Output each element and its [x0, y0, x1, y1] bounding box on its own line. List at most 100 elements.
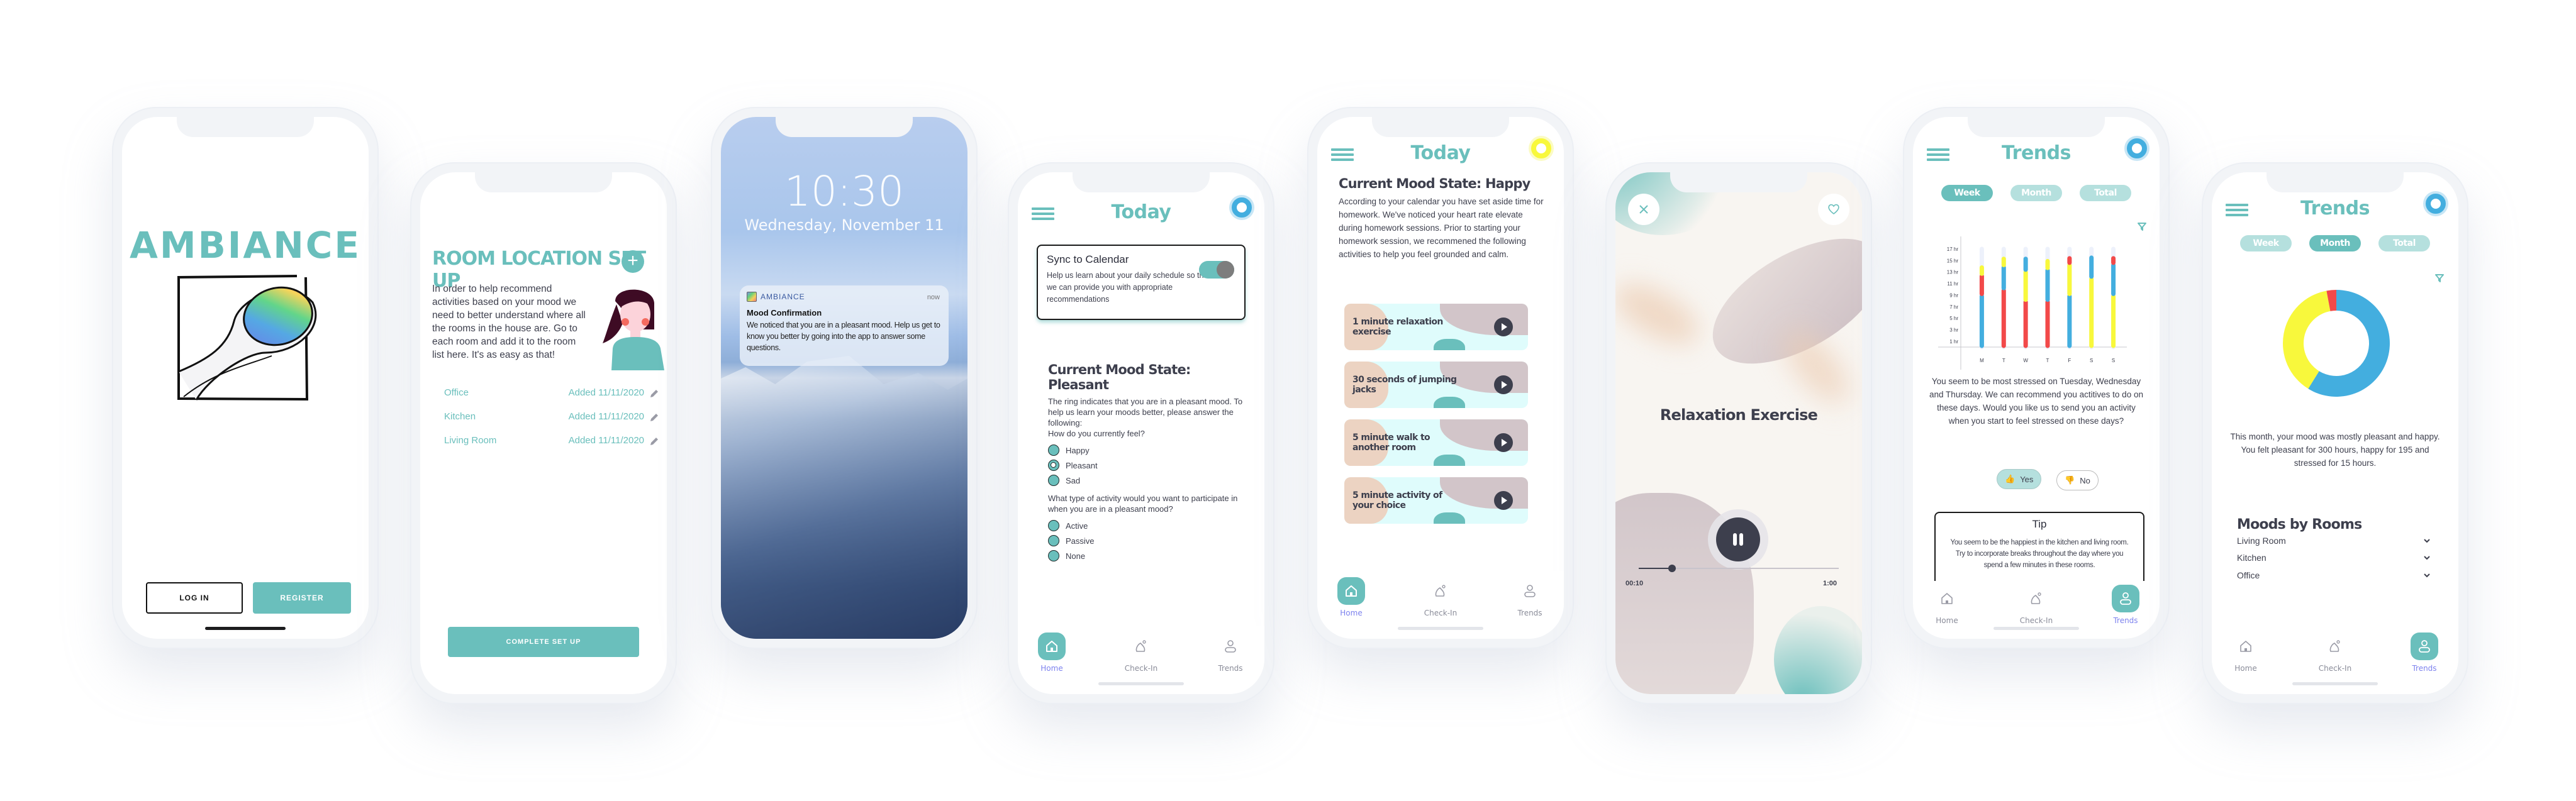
radio-happy[interactable]: Happy	[1048, 443, 1246, 458]
tab-month[interactable]: Month	[2010, 185, 2062, 201]
pencil-icon[interactable]	[649, 389, 659, 399]
question-activity: What type of activity would you want to …	[1048, 494, 1238, 514]
tab-total[interactable]: Total	[2378, 235, 2430, 251]
nav-check-in[interactable]: Check-In	[1116, 633, 1166, 673]
app-logo-text: AMBIANCE	[129, 224, 361, 267]
room-name: Kitchen	[444, 411, 476, 422]
radio-passive[interactable]: Passive	[1048, 533, 1246, 548]
tab-week[interactable]: Week	[1941, 185, 1993, 201]
activity-card[interactable]: 30 seconds of jumping jacks	[1344, 362, 1528, 408]
home-indicator	[1398, 627, 1483, 630]
mood-section: Current Mood State: Pleasant The ring in…	[1048, 362, 1246, 563]
room-name: Living Room	[444, 435, 497, 446]
nav-label: Check-In	[1424, 609, 1458, 617]
no-button[interactable]: 👎 No	[2056, 470, 2099, 490]
filter-icon[interactable]	[2137, 221, 2147, 231]
mood-ring-indicator[interactable]	[1232, 197, 1252, 218]
stress-message: You seem to be most stressed on Tuesday,…	[1929, 377, 2143, 426]
room-list-item[interactable]: Office Added 11/11/2020	[444, 387, 659, 401]
app-bar: Today	[1018, 197, 1264, 229]
nav-trends[interactable]: Trends	[1205, 633, 1256, 673]
nav-home[interactable]: Home	[1922, 585, 1972, 625]
nav-trends[interactable]: Trends	[2100, 585, 2151, 625]
notification-time: now	[927, 294, 940, 301]
tab-month[interactable]: Month	[2309, 235, 2361, 251]
notification-card[interactable]: AMBIANCE now Mood Confirmation We notice…	[740, 285, 949, 366]
favorite-button[interactable]	[1818, 194, 1849, 225]
pause-button[interactable]	[1708, 509, 1768, 570]
radio-button[interactable]	[1048, 535, 1059, 546]
radio-button[interactable]	[1048, 520, 1059, 531]
nav-home[interactable]: Home	[2221, 633, 2271, 673]
tip-card: Tip You seem to be the happiest in the k…	[1934, 512, 2144, 581]
today-pleasant-screen: Today Sync to Calendar Help us learn abo…	[1018, 172, 1264, 694]
tab-week[interactable]: Week	[2240, 235, 2292, 251]
tab-total[interactable]: Total	[2080, 185, 2131, 201]
nav-home[interactable]: Home	[1326, 577, 1376, 617]
welcome-screen: AMBIANCE LOG IN REGISTER	[122, 117, 369, 639]
page-title: Trends	[2002, 142, 2071, 164]
radio-button[interactable]	[1048, 550, 1059, 561]
progress-thumb[interactable]	[1668, 565, 1676, 572]
room-accordion-item[interactable]: Kitchen	[2237, 553, 2431, 568]
mood-heading: Current Mood State: Pleasant	[1048, 362, 1191, 392]
tip-body: You seem to be the happiest in the kitch…	[1950, 539, 2129, 569]
nav-trends[interactable]: Trends	[1505, 577, 1555, 617]
radio-sad[interactable]: Sad	[1048, 473, 1246, 488]
activity-card[interactable]: 5 minute activity of your choice	[1344, 477, 1528, 524]
home-icon	[2240, 641, 2251, 652]
play-icon[interactable]	[1494, 318, 1513, 336]
mood-ring-indicator[interactable]	[2127, 138, 2147, 158]
room-list-item[interactable]: Living Room Added 11/11/2020	[444, 435, 659, 449]
radio-label: Active	[1066, 521, 1088, 531]
pause-icon	[1716, 517, 1760, 561]
y-tick-label: 17 hr	[1947, 246, 1959, 252]
phone-lock-screen: 10:30 Wednesday, November 11 AMBIANCE no…	[711, 107, 978, 649]
nav-trends[interactable]: Trends	[2399, 633, 2450, 673]
register-button[interactable]: REGISTER	[253, 582, 351, 614]
radio-button[interactable]	[1048, 475, 1059, 486]
activity-card[interactable]: 5 minute walk to another room	[1344, 419, 1528, 466]
x-tick-label: M	[1980, 358, 1984, 363]
nav-check-in[interactable]: Check-In	[2011, 585, 2061, 625]
progress-slider[interactable]	[1639, 565, 1839, 572]
pencil-icon[interactable]	[649, 436, 659, 446]
monthly-summary: This month, your mood was mostly pleasan…	[2230, 432, 2440, 468]
radio-button-selected[interactable]	[1048, 460, 1059, 471]
room-accordion-item[interactable]: Office	[2237, 570, 2431, 585]
check-in-icon	[1435, 585, 1446, 597]
add-room-button[interactable]: +	[622, 250, 644, 273]
filter-icon[interactable]	[2434, 273, 2445, 283]
login-button[interactable]: LOG IN	[146, 582, 243, 614]
page-title: Trends	[2300, 197, 2370, 219]
yes-button[interactable]: 👍 Yes	[1997, 469, 2042, 489]
nav-check-in[interactable]: Check-In	[1415, 577, 1466, 617]
sync-description: Help us learn about your daily schedule …	[1047, 271, 1210, 304]
y-tick-label: 3 hr	[1949, 327, 1958, 333]
chevron-down-icon	[2424, 573, 2430, 578]
room-added-date: Added 11/11/2020	[568, 387, 644, 398]
room-accordion-item[interactable]: Living Room	[2237, 536, 2431, 551]
sync-toggle[interactable]	[1199, 261, 1234, 279]
complete-setup-button[interactable]: COMPLETE SET UP	[448, 627, 639, 657]
nav-check-in[interactable]: Check-In	[2310, 633, 2360, 673]
room-name: Office	[2237, 570, 2260, 580]
mood-ring-indicator[interactable]	[2426, 194, 2446, 214]
question-feel: How do you currently feel?	[1048, 429, 1145, 438]
room-setup-screen: ROOM LOCATION SET UP + In order to help …	[420, 172, 667, 694]
mood-ring-indicator[interactable]	[1531, 138, 1551, 158]
play-icon[interactable]	[1494, 491, 1513, 510]
close-button[interactable]	[1628, 194, 1659, 225]
play-icon[interactable]	[1494, 375, 1513, 394]
monthly-mood-donut-chart	[2283, 290, 2390, 397]
pencil-icon[interactable]	[649, 412, 659, 423]
activity-card[interactable]: 1 minute relaxation exercise	[1344, 304, 1528, 350]
radio-pleasant[interactable]: Pleasant	[1048, 458, 1246, 473]
radio-button[interactable]	[1048, 445, 1059, 456]
relaxation-screen: Relaxation Exercise 00:10 1:00	[1615, 172, 1862, 694]
room-list-item[interactable]: Kitchen Added 11/11/2020	[444, 411, 659, 425]
play-icon[interactable]	[1494, 433, 1513, 452]
radio-none[interactable]: None	[1048, 548, 1246, 563]
radio-active[interactable]: Active	[1048, 518, 1246, 533]
nav-home[interactable]: Home	[1027, 633, 1077, 673]
